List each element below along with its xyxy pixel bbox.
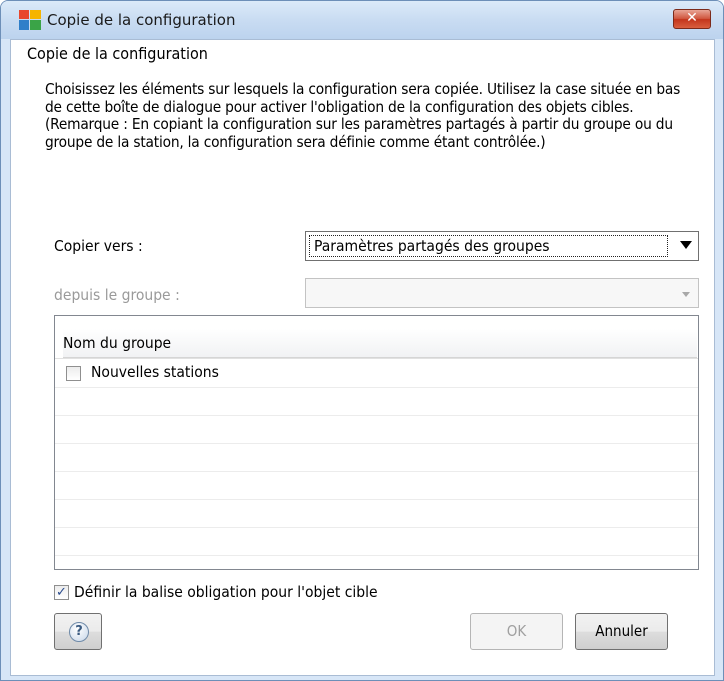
table-row-empty	[55, 472, 698, 500]
table-row-empty	[55, 528, 698, 556]
table-row-empty	[55, 444, 698, 472]
cancel-button[interactable]: Annuler	[575, 613, 668, 650]
ok-button[interactable]: OK	[470, 613, 563, 650]
dialog-description: Choisissez les éléments sur lesquels la …	[45, 81, 681, 151]
copy-to-select[interactable]: Paramètres partagés des groupes	[305, 231, 699, 261]
table-row-empty	[55, 388, 698, 416]
checkmark-icon: ✓	[56, 585, 67, 600]
table-row-empty	[55, 500, 698, 528]
table-row[interactable]: Nouvelles stations	[55, 360, 698, 388]
title-bar[interactable]: Copie de la configuration ✕	[1, 1, 723, 39]
avg-app-icon	[19, 10, 41, 30]
table-header: Nom du groupe	[55, 316, 698, 359]
dialog-heading: Copie de la configuration	[27, 44, 208, 63]
close-button[interactable]: ✕	[673, 9, 711, 29]
row-label: Nouvelles stations	[91, 363, 219, 381]
column-header-group-name[interactable]: Nom du groupe	[63, 329, 697, 358]
from-group-label: depuis le groupe :	[54, 286, 180, 304]
mandatory-flag-label: Définir la balise obligation pour l'obje…	[74, 583, 378, 601]
copy-to-selected-value: Paramètres partagés des groupes	[309, 235, 668, 257]
row-checkbox[interactable]	[66, 366, 81, 381]
group-table: Nom du groupe Nouvelles stations	[54, 315, 699, 570]
mandatory-flag-checkbox[interactable]: ✓	[54, 585, 69, 600]
copy-to-label: Copier vers :	[54, 237, 143, 255]
chevron-down-icon[interactable]	[682, 292, 690, 297]
help-button[interactable]: ?	[54, 613, 102, 650]
from-group-select[interactable]	[305, 278, 699, 308]
close-icon: ✕	[686, 10, 698, 26]
table-row-empty	[55, 416, 698, 444]
help-icon: ?	[69, 622, 89, 642]
chevron-down-icon[interactable]	[680, 241, 692, 249]
window-title: Copie de la configuration	[47, 11, 236, 29]
